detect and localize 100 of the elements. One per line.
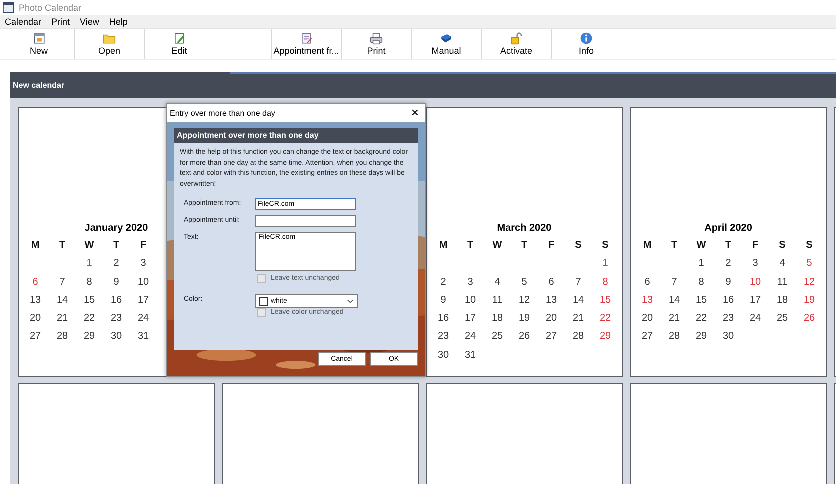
weekday-label: W [696, 240, 708, 253]
day-number[interactable]: 18 [769, 294, 796, 314]
day-number[interactable]: 11 [484, 294, 511, 314]
day-number[interactable]: 16 [430, 313, 457, 332]
day-number[interactable]: 8 [76, 276, 103, 295]
day-number[interactable]: 21 [49, 313, 76, 332]
day-number[interactable]: 3 [130, 258, 157, 277]
day-number[interactable]: 1 [76, 258, 103, 277]
day-number[interactable]: 23 [715, 313, 742, 332]
day-number[interactable]: 1 [688, 258, 715, 277]
day-number[interactable]: 15 [592, 294, 619, 314]
day-number[interactable]: 14 [49, 294, 76, 314]
day-number[interactable]: 24 [457, 331, 484, 350]
day-number[interactable]: 26 [796, 313, 823, 332]
day-number[interactable]: 15 [76, 294, 103, 314]
weekday-label: T [466, 240, 475, 253]
day-number[interactable]: 22 [592, 313, 619, 332]
weekday-label: S [805, 240, 814, 253]
day-number[interactable]: 26 [511, 331, 538, 350]
day-number[interactable]: 10 [742, 276, 769, 295]
day-number[interactable]: 13 [538, 294, 565, 314]
day-number[interactable]: 12 [796, 276, 823, 295]
day-number[interactable]: 9 [103, 276, 130, 295]
day-number[interactable]: 3 [457, 276, 484, 295]
day-number[interactable]: 22 [688, 313, 715, 332]
day-number[interactable]: 5 [796, 258, 823, 277]
day-number[interactable]: 23 [103, 313, 130, 332]
day-number[interactable]: 30 [430, 350, 457, 368]
day-number[interactable]: 24 [130, 313, 157, 332]
day-number[interactable]: 16 [715, 294, 742, 314]
day-number[interactable]: 13 [634, 294, 661, 314]
book-icon [440, 32, 453, 45]
day-number[interactable]: 12 [511, 294, 538, 314]
dialog-title: Entry over more than one day [170, 108, 276, 118]
day-number[interactable]: 25 [484, 331, 511, 350]
day-number[interactable]: 23 [430, 331, 457, 350]
day-number[interactable]: 30 [103, 331, 130, 350]
day-number[interactable]: 14 [661, 294, 688, 314]
day-number[interactable]: 19 [511, 313, 538, 332]
day-number[interactable]: 9 [715, 276, 742, 295]
day-number[interactable]: 4 [484, 276, 511, 295]
day-number[interactable]: 16 [103, 294, 130, 314]
day-number[interactable]: 28 [661, 331, 688, 350]
day-number[interactable]: 11 [769, 276, 796, 295]
day-number[interactable]: 27 [538, 331, 565, 350]
menu-item[interactable]: Print [52, 16, 70, 26]
day-number[interactable]: 29 [76, 331, 103, 350]
weekday-label: W [492, 240, 504, 253]
day-number[interactable]: 27 [634, 331, 661, 350]
day-number[interactable]: 5 [511, 276, 538, 295]
day-number[interactable]: 7 [661, 276, 688, 295]
day-number[interactable]: 2 [430, 276, 457, 295]
day-number[interactable]: 6 [538, 276, 565, 295]
input-field[interactable] [255, 215, 356, 227]
weekday-label: T [670, 240, 679, 253]
month-title: April 2020 [704, 223, 752, 234]
day-number[interactable]: 20 [538, 313, 565, 332]
day-number[interactable]: 21 [565, 313, 592, 332]
weekday-label: M [438, 240, 449, 253]
day-number[interactable]: 28 [565, 331, 592, 350]
close-button[interactable]: × [408, 107, 422, 119]
day-number[interactable]: 31 [457, 350, 484, 368]
day-number[interactable]: 19 [796, 294, 823, 314]
day-number[interactable]: 15 [688, 294, 715, 314]
day-number[interactable]: 17 [742, 294, 769, 314]
day-number[interactable]: 21 [661, 313, 688, 332]
day-number[interactable]: 4 [769, 258, 796, 277]
day-number[interactable]: 2 [715, 258, 742, 277]
day-number[interactable]: 2 [103, 258, 130, 277]
menu-item[interactable]: Help [109, 16, 128, 26]
day-number[interactable]: 22 [76, 313, 103, 332]
day-number[interactable]: 6 [22, 276, 49, 295]
day-number[interactable]: 27 [22, 331, 49, 350]
day-number[interactable]: 3 [742, 258, 769, 277]
day-number[interactable]: 25 [769, 313, 796, 332]
day-number[interactable]: 10 [130, 276, 157, 295]
day-number[interactable]: 18 [484, 313, 511, 332]
day-number[interactable]: 13 [22, 294, 49, 314]
day-number[interactable]: 28 [49, 331, 76, 350]
day-number[interactable]: 14 [565, 294, 592, 314]
toolbar-button[interactable]: Appointment fr... [271, 29, 341, 59]
day-number[interactable]: 17 [457, 313, 484, 332]
day-number[interactable]: 10 [457, 294, 484, 314]
day-number[interactable]: 9 [430, 294, 457, 314]
day-number[interactable]: 6 [634, 276, 661, 295]
day-number[interactable]: 29 [688, 331, 715, 350]
menu-item[interactable]: Calendar [5, 16, 42, 26]
day-number[interactable]: 30 [715, 331, 742, 350]
day-number[interactable]: 20 [634, 313, 661, 332]
day-number[interactable]: 24 [742, 313, 769, 332]
day-number[interactable]: 1 [592, 258, 619, 277]
day-number[interactable]: 20 [22, 313, 49, 332]
menu-item[interactable]: View [80, 16, 100, 26]
day-number[interactable]: 7 [49, 276, 76, 295]
day-number[interactable]: 31 [130, 331, 157, 350]
day-number[interactable]: 17 [130, 294, 157, 314]
day-number[interactable]: 7 [565, 276, 592, 295]
day-number[interactable]: 29 [592, 331, 619, 350]
day-number[interactable]: 8 [592, 276, 619, 295]
day-number[interactable]: 8 [688, 276, 715, 295]
